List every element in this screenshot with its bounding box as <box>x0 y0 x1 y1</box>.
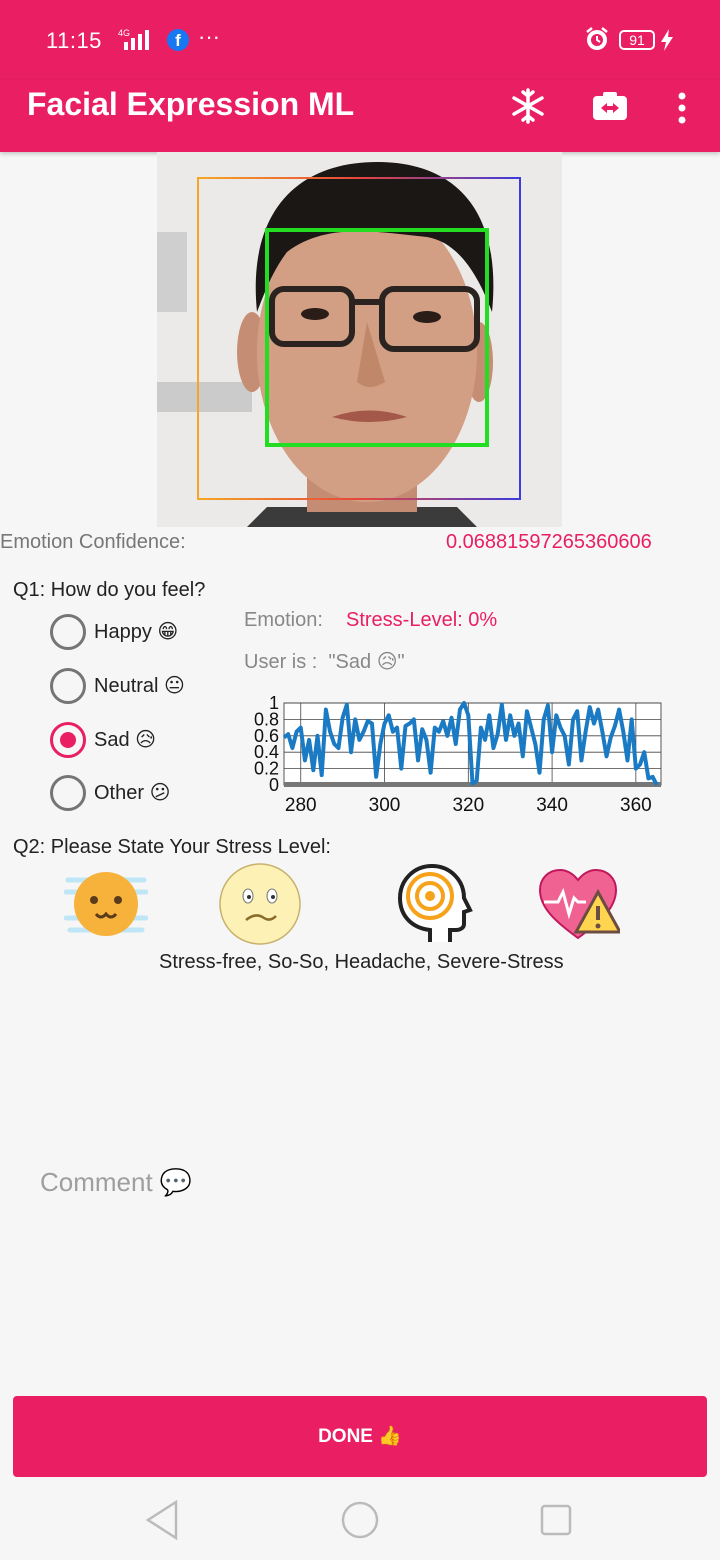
navigation-bar <box>145 1499 572 1541</box>
done-button[interactable]: DONE 👍 <box>13 1396 707 1477</box>
status-time: 11:15 <box>46 28 102 53</box>
emotion-confidence-label: Emotion Confidence: <box>0 531 186 553</box>
emotion-label: Emotion: <box>244 609 323 631</box>
app-title: Facial Expression ML <box>27 86 355 122</box>
camera-preview <box>157 152 562 527</box>
radio-circle[interactable] <box>50 614 86 650</box>
bolt-icon <box>661 29 673 51</box>
facebook-icon: f <box>167 29 189 51</box>
stress-level-text: Stress-Level: 0% <box>346 609 498 631</box>
more-notifications-icon: ··· <box>198 24 220 49</box>
stress-level-caption: Stress-free, So-So, Headache, Severe-Str… <box>159 951 564 973</box>
chart-xtick-label: 320 <box>452 795 484 816</box>
chart-xtick-label: 280 <box>285 795 317 816</box>
chart-xtick-label: 360 <box>620 795 652 816</box>
radio-label-sad: Sad 😥 <box>94 729 156 751</box>
radio-circle[interactable] <box>50 668 86 704</box>
radio-neutral[interactable]: Neutral 😐 <box>50 668 185 704</box>
snowflake-icon[interactable] <box>508 86 548 126</box>
network-type: 4G <box>118 28 130 38</box>
stress-free-icon[interactable] <box>64 862 148 946</box>
q2-label: Q2: Please State Your Stress Level: <box>13 836 331 858</box>
battery-icon: 91 <box>619 30 655 50</box>
radio-happy[interactable]: Happy 😁 <box>50 614 178 650</box>
radio-circle-selected[interactable] <box>50 722 86 758</box>
home-icon[interactable] <box>341 1501 379 1539</box>
back-icon[interactable] <box>145 1499 178 1541</box>
q1-label: Q1: How do you feel? <box>13 579 206 601</box>
emotion-line-chart: 00.20.40.60.81280 300 320 340 360 <box>254 695 662 816</box>
radio-sad[interactable]: Sad 😥 <box>50 722 156 758</box>
user-emotion-text: User is : "Sad 😥" <box>244 651 405 673</box>
app-bar: Facial Expression ML <box>0 80 720 152</box>
radio-other[interactable]: Other 😕 <box>50 775 170 811</box>
status-bar: 11:15 4G f ··· 91 <box>0 0 720 80</box>
comment-input[interactable]: Comment 💬 <box>40 1167 192 1198</box>
switch-camera-icon[interactable] <box>590 86 630 126</box>
severe-stress-icon[interactable] <box>536 862 620 946</box>
radio-label-other: Other 😕 <box>94 782 171 804</box>
background-wall <box>157 232 187 312</box>
so-so-icon[interactable] <box>218 862 302 946</box>
recents-icon[interactable] <box>540 1504 572 1536</box>
radio-label-happy: Happy 😁 <box>94 621 179 643</box>
radio-circle[interactable] <box>50 775 86 811</box>
signal-icon: 4G <box>118 28 149 50</box>
chart-ytick-label: 1 <box>269 695 279 713</box>
chart-xtick-label: 340 <box>536 795 568 816</box>
overflow-menu-icon[interactable] <box>662 86 702 126</box>
emotion-confidence-value: 0.06881597265360606 <box>446 531 652 553</box>
alarm-icon <box>586 27 608 50</box>
radio-label-neutral: Neutral 😐 <box>94 675 185 697</box>
headache-icon[interactable] <box>390 862 474 946</box>
chart-xtick-label: 300 <box>369 795 401 816</box>
